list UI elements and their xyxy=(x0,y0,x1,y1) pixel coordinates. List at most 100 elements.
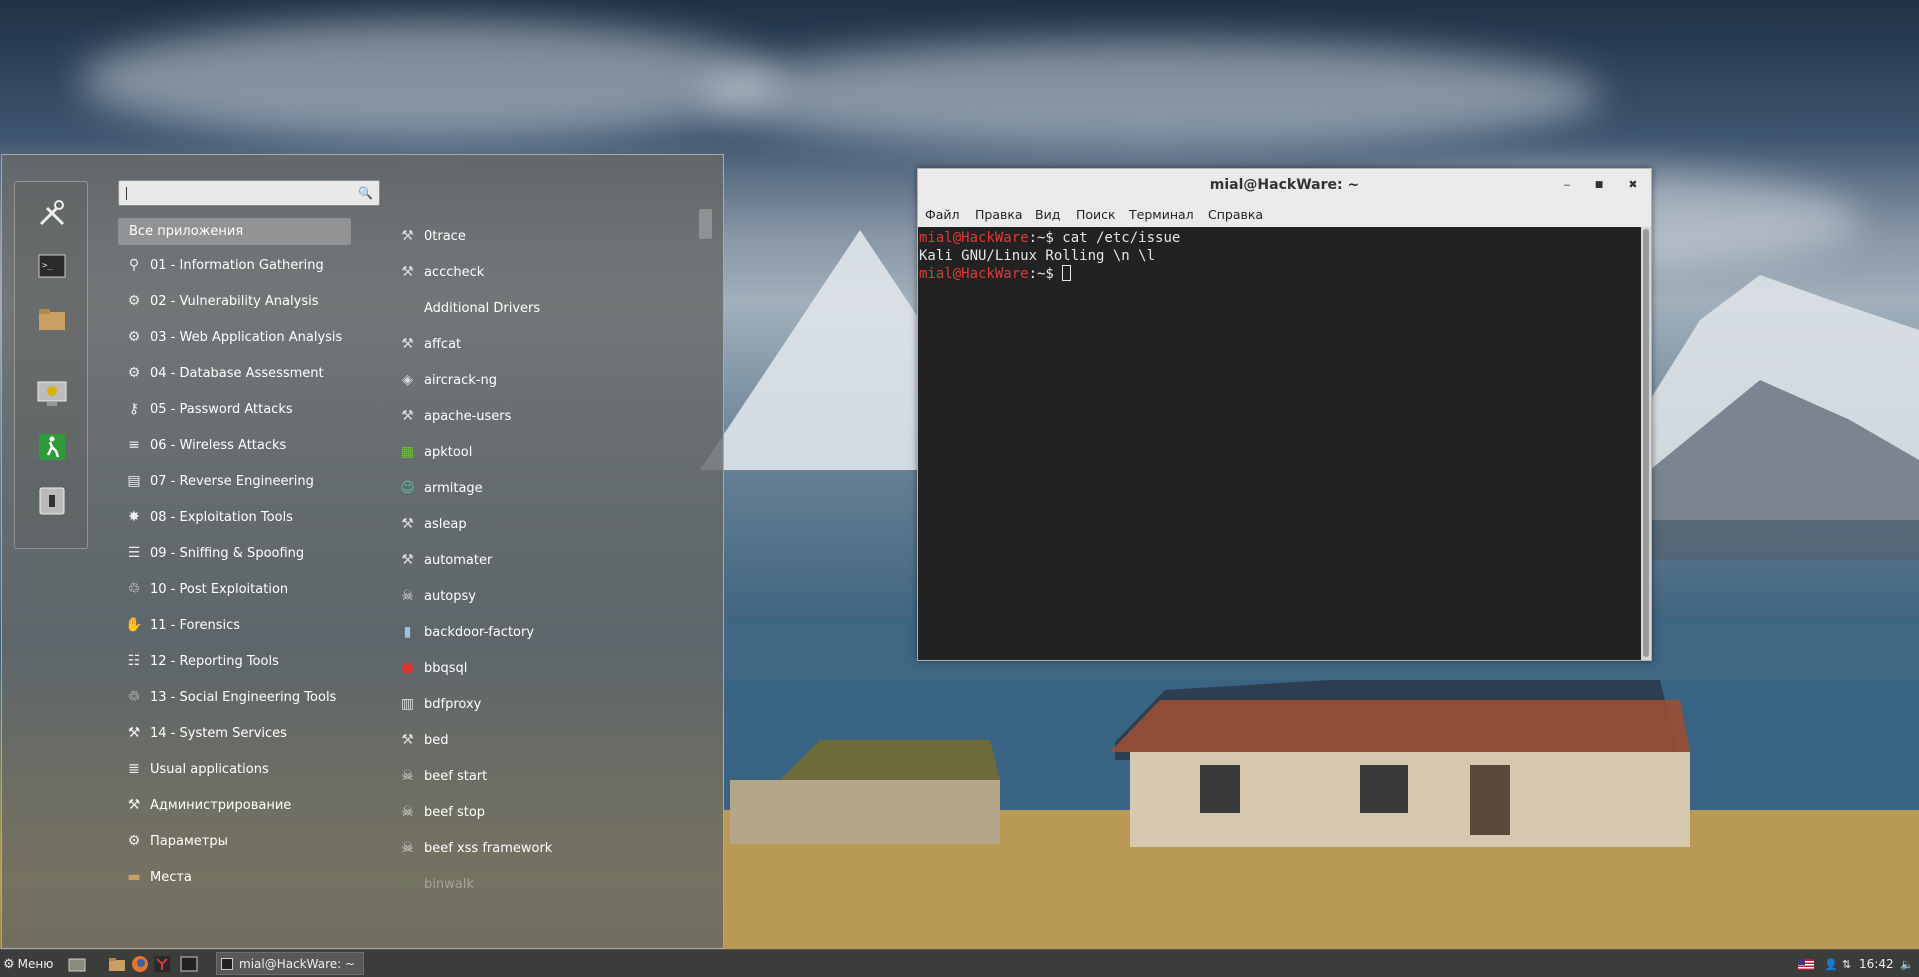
close-button[interactable]: ✖ xyxy=(1625,177,1641,193)
category-item[interactable]: ☷ 12 - Reporting Tools xyxy=(124,646,279,676)
us-flag-icon[interactable] xyxy=(1798,954,1814,974)
category-item[interactable]: ≣ Usual applications xyxy=(124,754,269,784)
app-item[interactable]: ◈ aircrack-ng xyxy=(397,365,497,395)
app-label: asleap xyxy=(424,516,467,532)
terminal-output[interactable]: mial@HackWare:~$ cat /etc/issue Kali GNU… xyxy=(918,227,1641,660)
menu-file[interactable]: Файл xyxy=(925,207,960,222)
category-label: Usual applications xyxy=(150,761,269,777)
menu-button-label: Меню xyxy=(17,957,54,971)
app-label: affcat xyxy=(424,336,462,352)
beef-icon: ☠ xyxy=(401,840,414,856)
category-item[interactable]: ▤ 07 - Reverse Engineering xyxy=(124,466,314,496)
app-item[interactable]: ☺ armitage xyxy=(397,473,482,503)
clock[interactable]: 16:42 xyxy=(1859,954,1894,974)
tools-icon[interactable] xyxy=(35,196,69,230)
maximize-button[interactable]: ■ xyxy=(1591,177,1607,193)
screensaver-icon[interactable] xyxy=(35,377,69,411)
firefox-icon[interactable] xyxy=(131,954,149,974)
app-item[interactable]: ☠ autopsy xyxy=(397,581,476,611)
apktool-icon: ▦ xyxy=(400,444,415,460)
app-item[interactable]: ▥ bdfproxy xyxy=(397,689,481,719)
category-item[interactable]: ≡ 06 - Wireless Attacks xyxy=(124,430,286,460)
taskbar-window-button[interactable]: mial@HackWare: ~ xyxy=(216,952,364,975)
category-item[interactable]: ✸ 08 - Exploitation Tools xyxy=(124,502,293,532)
scrollbar-thumb[interactable] xyxy=(1643,229,1649,657)
app-item[interactable]: ▦ apktool xyxy=(397,437,473,467)
beef-icon: ☠ xyxy=(401,804,414,820)
metasploit-icon[interactable] xyxy=(153,954,171,974)
key-icon: ⚷ xyxy=(128,401,140,417)
category-item[interactable]: ⚙ 03 - Web Application Analysis xyxy=(124,322,343,352)
category-label: 10 - Post Exploitation xyxy=(150,581,289,597)
app-item[interactable]: ☠ beef stop xyxy=(397,797,485,827)
power-icon[interactable] xyxy=(35,484,69,518)
app-item[interactable]: Additional Drivers xyxy=(397,293,540,323)
terminal-icon[interactable] xyxy=(180,954,198,974)
app-item[interactable]: ▮ backdoor-factory xyxy=(397,617,534,647)
volume-icon[interactable]: 🔈 xyxy=(1900,954,1914,974)
category-item[interactable]: ⚙ 02 - Vulnerability Analysis xyxy=(124,286,319,316)
category-item[interactable]: ⚙ 04 - Database Assessment xyxy=(124,358,324,388)
app-item[interactable]: ⚒ affcat xyxy=(397,329,461,359)
prompt-command: :~$ xyxy=(1028,266,1063,282)
app-item[interactable]: ⚒ apache-users xyxy=(397,401,511,431)
files-icon[interactable] xyxy=(108,954,126,974)
menu-scrollbar[interactable] xyxy=(699,209,712,239)
tool-icon: ⚒ xyxy=(401,408,414,424)
category-item[interactable]: ⚙ Параметры xyxy=(124,826,228,856)
binwalk-icon: ◎ xyxy=(401,876,414,892)
window-title: mial@HackWare: ~ xyxy=(1209,177,1360,193)
app-item[interactable]: ⚒ acccheck xyxy=(397,257,484,287)
app-item[interactable]: ● bbqsql xyxy=(397,653,467,683)
network-icon[interactable]: ⇅ xyxy=(1842,954,1851,974)
report-icon: ☷ xyxy=(127,653,141,669)
category-item[interactable]: ☰ 09 - Sniffing & Spoofing xyxy=(124,538,304,568)
app-label: autopsy xyxy=(424,588,476,604)
app-label: bed xyxy=(424,732,449,748)
terminal-scrollbar[interactable] xyxy=(1641,227,1651,660)
app-item[interactable]: ⚒ asleap xyxy=(397,509,467,539)
menu-edit[interactable]: Правка xyxy=(975,207,1023,222)
category-item[interactable]: ▬ Места xyxy=(124,862,192,892)
user-icon[interactable]: 👤 xyxy=(1824,954,1838,974)
terminal-icon[interactable]: >_ xyxy=(35,249,69,283)
app-label: beef xss framework xyxy=(424,840,553,856)
category-item[interactable]: ✋ 11 - Forensics xyxy=(124,610,240,640)
category-item[interactable]: ♲ 13 - Social Engineering Tools xyxy=(124,682,337,712)
app-item[interactable]: ☠ beef xss framework xyxy=(397,833,552,863)
tool-icon: ⚒ xyxy=(401,336,414,352)
app-item[interactable]: ☠ beef start xyxy=(397,761,487,791)
app-label: binwalk xyxy=(424,876,474,892)
search-input[interactable]: 🔍 xyxy=(118,180,380,206)
logout-icon[interactable] xyxy=(35,430,69,464)
app-label: aircrack-ng xyxy=(424,372,497,388)
menu-help[interactable]: Справка xyxy=(1208,207,1263,222)
terminal-window: mial@HackWare: ~ ‒ ■ ✖ Файл Правка Вид П… xyxy=(917,168,1652,661)
social-icon: ♲ xyxy=(127,689,141,705)
folder-icon[interactable] xyxy=(35,302,69,336)
menu-terminal[interactable]: Терминал xyxy=(1129,207,1194,222)
terminal-menubar: Файл Правка Вид Поиск Терминал Справка xyxy=(918,205,1651,225)
menu-view[interactable]: Вид xyxy=(1035,207,1060,222)
category-label: 04 - Database Assessment xyxy=(150,365,324,381)
app-item[interactable]: ⚒ bed xyxy=(397,725,449,755)
category-item[interactable]: ⚲ 01 - Information Gathering xyxy=(124,250,324,280)
category-item[interactable]: ⚷ 05 - Password Attacks xyxy=(124,394,293,424)
menu-search[interactable]: Поиск xyxy=(1076,207,1116,222)
show-desktop-icon[interactable] xyxy=(68,954,86,974)
menu-button[interactable]: ⚙ Меню xyxy=(3,954,53,974)
favorites-bar: >_ xyxy=(14,181,88,549)
category-item[interactable]: ⚒ Администрирование xyxy=(124,790,292,820)
minimize-button[interactable]: ‒ xyxy=(1559,177,1575,193)
app-item[interactable]: ⚒ 0trace xyxy=(397,221,466,251)
category-item[interactable]: ⚒ 14 - System Services xyxy=(124,718,287,748)
app-label: automater xyxy=(424,552,493,568)
category-label: 12 - Reporting Tools xyxy=(150,653,279,669)
all-applications-button[interactable]: Все приложения xyxy=(118,218,351,245)
app-label: apache-users xyxy=(424,408,512,424)
app-item[interactable]: ◎ binwalk xyxy=(397,869,474,899)
category-item[interactable]: ♲ 10 - Post Exploitation xyxy=(124,574,288,604)
app-item[interactable]: ⚒ automater xyxy=(397,545,492,575)
hand-icon: ✋ xyxy=(125,617,143,633)
app-label: bbqsql xyxy=(424,660,468,676)
